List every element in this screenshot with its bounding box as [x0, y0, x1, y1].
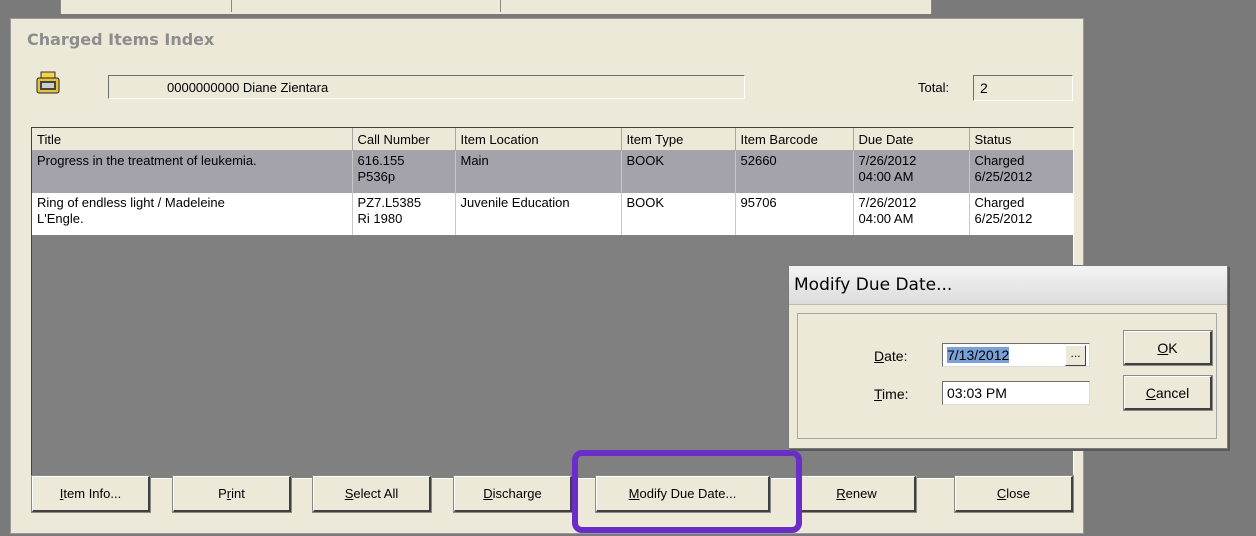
cell-type: BOOK — [621, 150, 736, 193]
cell-call-number: PZ7.L5385 Ri 1980 — [352, 192, 456, 235]
select-all-button[interactable]: Select All — [312, 475, 432, 513]
highlight-annotation — [572, 450, 802, 533]
cell-due-date: 7/26/2012 04:00 AM — [853, 150, 970, 193]
column-header-title[interactable]: Title — [32, 128, 353, 151]
cash-register-icon — [36, 71, 60, 94]
cell-due-date: 7/26/2012 04:00 AM — [853, 192, 970, 235]
patron-field: 0000000000 Diane Zientara — [108, 75, 745, 99]
cell-location: Main — [455, 150, 622, 193]
time-input[interactable]: 03:03 PM — [942, 381, 1090, 405]
modify-due-date-dialog: Modify Due Date... Date: 7/13/2012 ... T… — [788, 265, 1228, 449]
cell-location: Juvenile Education — [455, 192, 622, 235]
cell-call-number: 616.155 P536p — [352, 150, 456, 193]
item-info-button[interactable]: Item Info... — [31, 475, 151, 513]
cell-type: BOOK — [621, 192, 736, 235]
cell-title: Progress in the treatment of leukemia. — [32, 150, 353, 193]
time-label: Time: — [874, 386, 909, 402]
cell-status: Charged 6/25/2012 — [969, 150, 1073, 193]
cell-status: Charged 6/25/2012 — [969, 192, 1073, 235]
date-picker-button[interactable]: ... — [1065, 345, 1086, 366]
discharge-button[interactable]: Discharge — [453, 475, 573, 513]
total-value: 2 — [980, 80, 988, 96]
table-row[interactable]: Ring of endless light / Madeleine L'Engle… — [32, 192, 1073, 235]
column-header-call-number[interactable]: Call Number — [352, 128, 456, 151]
cell-barcode: 95706 — [735, 192, 854, 235]
renew-button[interactable]: Renew — [797, 475, 917, 513]
background-window-edge — [60, 0, 932, 14]
cell-barcode: 52660 — [735, 150, 854, 193]
column-header-item-barcode[interactable]: Item Barcode — [735, 128, 854, 151]
column-header-status[interactable]: Status — [969, 128, 1073, 151]
dialog-title: Modify Due Date... — [794, 275, 953, 295]
table-row[interactable]: Progress in the treatment of leukemia. 6… — [32, 150, 1073, 193]
total-field: 2 — [973, 75, 1073, 101]
patron-name: 0000000000 Diane Zientara — [167, 80, 329, 95]
date-label: Date: — [874, 348, 908, 364]
window-title: Charged Items Index — [27, 30, 215, 49]
background-segment — [232, 0, 501, 12]
close-button[interactable]: Close — [954, 475, 1074, 513]
print-button[interactable]: Print — [172, 475, 292, 513]
column-header-due-date[interactable]: Due Date — [853, 128, 970, 151]
background-segment — [101, 0, 232, 12]
cell-title: Ring of endless light / Madeleine L'Engle… — [32, 192, 353, 235]
column-header-item-location[interactable]: Item Location — [455, 128, 622, 151]
total-label: Total: — [918, 80, 950, 95]
ok-button[interactable]: OK — [1123, 330, 1213, 366]
cancel-button[interactable]: Cancel — [1123, 375, 1213, 411]
column-header-item-type[interactable]: Item Type — [621, 128, 736, 151]
dialog-titlebar[interactable]: Modify Due Date... — [789, 266, 1227, 305]
